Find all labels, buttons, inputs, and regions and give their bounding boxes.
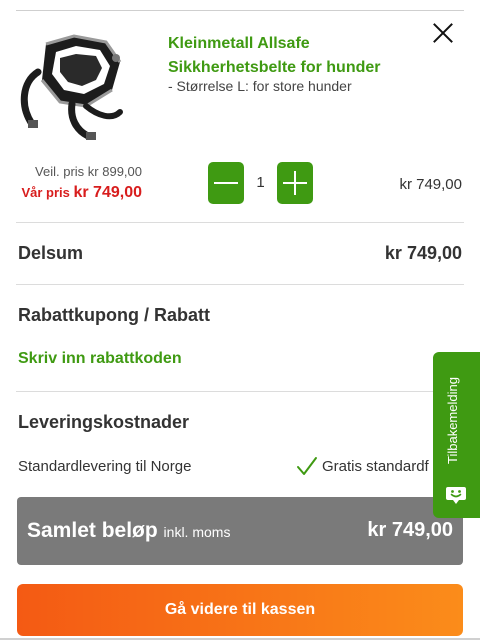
free-shipping: Gratis standardf <box>296 456 429 476</box>
total-value: kr 749,00 <box>367 519 453 541</box>
product-title-link[interactable]: Kleinmetall Allsafe Sikkherhetsbelte for… <box>168 32 428 80</box>
feedback-tab[interactable]: Tilbakemelding <box>433 352 480 518</box>
our-price: Vår pris kr 749,00 <box>21 184 142 202</box>
vat-note: inkl. moms <box>163 524 231 540</box>
product-variant: - Størrelse L: for store hunder <box>168 78 352 94</box>
coupon-heading: Rabattkupong / Rabatt <box>18 305 210 325</box>
feedback-label: Tilbakemelding <box>445 377 460 465</box>
divider <box>16 391 464 392</box>
divider <box>16 222 464 223</box>
divider <box>16 284 464 285</box>
total-label: Samlet beløp inkl. moms <box>27 519 230 543</box>
quantity-decrease-button[interactable] <box>208 162 244 204</box>
recommended-price: Veil. pris kr 899,00 <box>35 164 142 179</box>
shipping-method: Standardlevering til Norge <box>18 458 192 475</box>
checkout-button[interactable]: Gå videre til kassen <box>17 584 463 636</box>
total-label-text: Samlet beløp <box>27 519 158 542</box>
close-icon[interactable] <box>428 18 458 48</box>
check-icon <box>297 457 317 475</box>
chat-smile-icon <box>446 487 466 504</box>
quantity-input[interactable]: 1 <box>244 162 277 204</box>
enter-coupon-link[interactable]: Skriv inn rabattkoden <box>18 350 182 368</box>
quantity-increase-button[interactable] <box>277 162 313 204</box>
total-summary: Samlet beløp inkl. moms kr 749,00 <box>17 497 463 565</box>
free-shipping-text: Gratis standardf <box>322 457 429 475</box>
subtotal-value: kr 749,00 <box>384 243 462 263</box>
product-image[interactable] <box>16 32 136 144</box>
subtotal-label: Delsum <box>18 243 84 263</box>
line-total: kr 749,00 <box>399 176 462 193</box>
our-price-label: Vår pris <box>21 185 74 200</box>
our-price-value: kr 749,00 <box>73 184 142 201</box>
shipping-heading: Leveringskostnader <box>18 412 190 432</box>
top-divider <box>16 10 464 11</box>
